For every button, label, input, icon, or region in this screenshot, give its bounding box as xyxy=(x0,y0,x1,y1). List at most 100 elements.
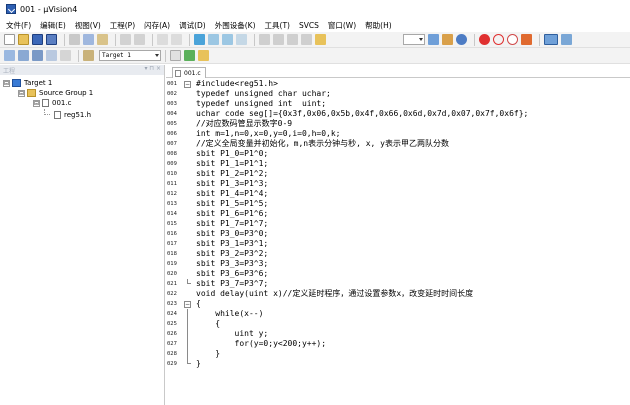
file-toolbar xyxy=(0,32,630,48)
tree-item-source-file[interactable]: ⊟ 001.c xyxy=(33,99,71,107)
indent-icon[interactable] xyxy=(259,34,270,45)
menu-window[interactable]: 窗口(W) xyxy=(328,20,356,31)
code-line: 026 uint y; xyxy=(166,329,630,339)
code-line: 022 void delay(uint x)//定义延时程序，通过设置参数x，改变… xyxy=(166,289,630,299)
rebuild-icon[interactable] xyxy=(32,50,43,61)
menu-debug[interactable]: 调试(D) xyxy=(179,20,206,31)
menu-svcs[interactable]: SVCS xyxy=(299,21,319,30)
open-folder-icon[interactable] xyxy=(18,34,29,45)
unindent-icon[interactable] xyxy=(273,34,284,45)
toolbar-separator xyxy=(152,33,153,46)
translate-icon[interactable] xyxy=(4,50,15,61)
line-number: 018 xyxy=(167,251,177,257)
breakpoint-kill-icon[interactable] xyxy=(521,34,532,45)
fold-gutter xyxy=(184,109,193,119)
configure-icon[interactable] xyxy=(561,34,572,45)
cut-icon[interactable] xyxy=(69,34,80,45)
tab-label: 001.c xyxy=(184,69,201,77)
save-icon[interactable] xyxy=(32,34,43,45)
code-text: for(y=0;y<200;y++); xyxy=(196,339,327,348)
code-text: } xyxy=(196,359,201,368)
fold-gutter xyxy=(184,89,193,99)
fold-gutter xyxy=(184,139,193,149)
panel-window-controls[interactable]: ▾ ⊓ × xyxy=(144,65,161,72)
bookmark-clear-icon[interactable] xyxy=(236,34,247,45)
fold-gutter xyxy=(184,129,193,139)
fold-gutter xyxy=(184,149,193,159)
download-icon[interactable] xyxy=(83,50,94,61)
window-title: 001 - µVision4 xyxy=(20,4,78,14)
code-line: 011 sbit P1_3=P1^3; xyxy=(166,179,630,189)
comment-icon[interactable] xyxy=(287,34,298,45)
batch-build-icon[interactable] xyxy=(46,50,57,61)
window-layout-icon[interactable] xyxy=(544,34,558,45)
bookmark-prev-icon[interactable] xyxy=(208,34,219,45)
code-text: sbit P1_0=P1^0; xyxy=(196,149,269,158)
code-editor[interactable]: 001− #include<reg51.h> 002 typedef unsigne… xyxy=(166,79,630,405)
title-bar: 001 - µVision4 xyxy=(0,0,630,18)
tree-item-source-group[interactable]: ⊟ Source Group 1 xyxy=(18,89,93,97)
menu-tools[interactable]: 工具(T) xyxy=(265,20,290,31)
line-number: 011 xyxy=(167,181,177,187)
breakpoint-icon[interactable] xyxy=(479,34,490,45)
menu-edit[interactable]: 编辑(E) xyxy=(40,20,66,31)
menu-view[interactable]: 视图(V) xyxy=(75,20,101,31)
fold-gutter xyxy=(184,179,193,189)
code-line: 008 sbit P1_0=P1^0; xyxy=(166,149,630,159)
uncomment-icon[interactable] xyxy=(301,34,312,45)
target-options-icon[interactable] xyxy=(170,50,181,61)
bookmark-icon[interactable] xyxy=(194,34,205,45)
tree-item-target[interactable]: ⊟ Target 1 xyxy=(3,79,52,87)
nav-forward-icon[interactable] xyxy=(171,34,182,45)
line-number: 024 xyxy=(167,311,177,317)
find-icon[interactable] xyxy=(428,34,439,45)
code-text: sbit P3_6=P3^6; xyxy=(196,269,269,278)
menu-project[interactable]: 工程(P) xyxy=(110,20,135,31)
tab-001c[interactable]: 001.c xyxy=(172,67,206,78)
code-line: 021 sbit P3_7=P3^7; xyxy=(166,279,630,289)
breakpoint-toggle-icon[interactable] xyxy=(493,34,504,45)
code-line: 003 typedef unsigned int uint; xyxy=(166,99,630,109)
fold-collapse-icon[interactable]: − xyxy=(184,79,193,89)
fold-collapse-icon[interactable]: − xyxy=(184,299,193,309)
copy-icon[interactable] xyxy=(83,34,94,45)
fold-gutter xyxy=(184,229,193,239)
code-text: sbit P3_0=P3^0; xyxy=(196,229,269,238)
nav-back-icon[interactable] xyxy=(157,34,168,45)
menu-peripherals[interactable]: 外围设备(K) xyxy=(215,20,256,31)
code-line: 028 } xyxy=(166,349,630,359)
find-in-files-icon[interactable] xyxy=(315,34,326,45)
undo-icon[interactable] xyxy=(120,34,131,45)
build-icon[interactable] xyxy=(18,50,29,61)
code-line: 001 − #include<reg51.h> xyxy=(166,79,630,89)
line-number: 020 xyxy=(167,271,177,277)
new-file-icon[interactable] xyxy=(4,34,15,45)
line-number: 028 xyxy=(167,351,177,357)
collapse-toggle-icon[interactable]: ⊟ xyxy=(3,79,10,87)
save-all-icon[interactable] xyxy=(46,34,57,45)
collapse-toggle-icon[interactable]: ⊟ xyxy=(33,99,40,107)
paste-icon[interactable] xyxy=(97,34,108,45)
code-text: { xyxy=(196,319,221,328)
breakpoint-disable-icon[interactable] xyxy=(507,34,518,45)
collapse-toggle-icon[interactable]: ⊟ xyxy=(18,89,25,97)
find-combo[interactable] xyxy=(403,34,425,45)
menu-flash[interactable]: 闪存(A) xyxy=(144,20,170,31)
menu-file[interactable]: 文件(F) xyxy=(6,20,31,31)
incremental-find-icon[interactable] xyxy=(442,34,453,45)
tree-item-header-file[interactable]: reg51.h xyxy=(44,109,91,119)
tree-connector xyxy=(44,109,50,115)
zoom-icon[interactable] xyxy=(456,34,467,45)
stop-build-icon[interactable] xyxy=(60,50,71,61)
menu-help[interactable]: 帮助(H) xyxy=(365,20,392,31)
bookmark-next-icon[interactable] xyxy=(222,34,233,45)
code-text: sbit P1_5=P1^5; xyxy=(196,199,269,208)
line-number: 010 xyxy=(167,171,177,177)
code-text: typedef unsigned int uint; xyxy=(196,99,327,108)
file-extensions-icon[interactable] xyxy=(184,50,195,61)
target-select[interactable]: Target 1 xyxy=(99,50,161,61)
redo-icon[interactable] xyxy=(134,34,145,45)
manage-components-icon[interactable] xyxy=(198,50,209,61)
code-line: 013 sbit P1_5=P1^5; xyxy=(166,199,630,209)
line-number: 029 xyxy=(167,361,177,367)
